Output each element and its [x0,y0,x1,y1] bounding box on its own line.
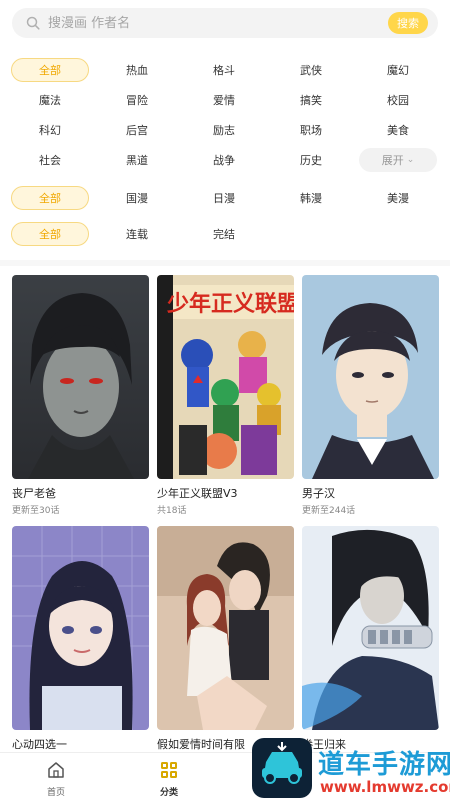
comic-title[interactable]: 男子汉 [302,485,439,501]
comic-title[interactable]: 心动四选一 [12,736,149,752]
status-chip-all[interactable]: 全部 [11,222,89,246]
comic-cover[interactable] [157,526,294,730]
genre-chip[interactable]: 爱情 [185,88,263,112]
comic-progress: 共18话 [157,506,187,516]
genre-row: 魔法 冒险 爱情 搞笑 校园 [10,88,440,112]
comic-card[interactable]: 男子汉 更新至244话 [302,275,439,516]
comic-title[interactable]: 丧尸老爸 [12,485,149,501]
region-chip[interactable]: 国漫 [98,186,176,210]
comic-progress: 更新至244话 [302,506,356,516]
genre-chip[interactable]: 魔幻 [359,58,437,82]
region-chip-all[interactable]: 全部 [11,186,89,210]
comic-cover[interactable] [12,275,149,479]
genre-row: 社会 黑道 战争 历史 展开 ⌄ [10,148,440,172]
genre-chip[interactable]: 职场 [272,118,350,142]
nav-category-label: 分类 [159,788,178,798]
genre-chip-all[interactable]: 全部 [11,58,89,82]
genre-chip[interactable]: 魔法 [11,88,89,112]
comic-cover[interactable] [302,526,439,730]
comic-cover[interactable] [12,526,149,730]
status-chip[interactable]: 连载 [98,222,176,246]
home-icon [48,762,64,778]
genre-chip[interactable]: 黑道 [98,148,176,172]
genre-row: 科幻 后宫 励志 职场 美食 [10,118,440,142]
status-row: 全部 连载 完结 [10,222,440,246]
chevron-down-icon: ⌄ [406,155,415,165]
genre-chip[interactable]: 武侠 [272,58,350,82]
genre-chip[interactable]: 科幻 [11,118,89,142]
genre-chip[interactable]: 冒险 [98,88,176,112]
section-divider [0,260,450,266]
genre-row: 全部 热血 格斗 武侠 魔幻 [10,58,440,82]
genre-chip[interactable]: 搞笑 [272,88,350,112]
genre-chip[interactable]: 格斗 [185,58,263,82]
comic-cover[interactable]: 少年正义联盟 [157,275,294,479]
genre-chip[interactable]: 战争 [185,148,263,172]
genre-chip[interactable]: 后宫 [98,118,176,142]
genre-chip[interactable]: 美食 [359,118,437,142]
region-row: 全部 国漫 日漫 韩漫 美漫 [10,186,440,210]
comic-cover[interactable] [302,275,439,479]
comic-card[interactable]: 拳王归来 [302,526,439,752]
grid-icon [161,762,177,778]
search-bar[interactable]: 搜索 [12,8,438,38]
region-chip[interactable]: 日漫 [185,186,263,210]
genre-chip[interactable]: 励志 [185,118,263,142]
comic-card[interactable]: 心动四选一 [12,526,149,752]
search-input[interactable] [40,8,388,38]
expand-button[interactable]: 展开 ⌄ [359,148,437,172]
nav-home-label: 首页 [46,788,65,798]
region-chip[interactable]: 韩漫 [272,186,350,210]
status-chip[interactable]: 完结 [185,222,263,246]
cover-title-text: 少年正义联盟 [166,291,294,317]
nav-home[interactable]: 首页 [31,761,81,798]
genre-chip[interactable]: 历史 [272,148,350,172]
comic-title[interactable]: 少年正义联盟V3 [157,485,294,501]
search-button[interactable]: 搜索 [388,12,428,34]
genre-chip[interactable]: 社会 [11,148,89,172]
region-chip[interactable]: 美漫 [359,186,437,210]
watermark: 道车手游网 www.lmwwz.com [250,736,450,800]
comic-card[interactable]: 丧尸老爸 更新至30话 [12,275,149,516]
comic-card[interactable]: 少年正义联盟 少年正义联盟V3 共18话 [157,275,294,516]
genre-chip[interactable]: 校园 [359,88,437,112]
search-icon [26,16,40,30]
watermark-title: 道车手游网 [318,750,450,780]
watermark-logo [252,738,312,798]
comic-progress: 更新至30话 [12,506,60,516]
nav-category[interactable]: 分类 [144,761,194,798]
comic-card[interactable]: 假如爱情时间有限 [157,526,294,752]
watermark-url: www.lmwwz.com [320,778,450,796]
expand-label: 展开 [381,154,404,167]
genre-chip[interactable]: 热血 [98,58,176,82]
